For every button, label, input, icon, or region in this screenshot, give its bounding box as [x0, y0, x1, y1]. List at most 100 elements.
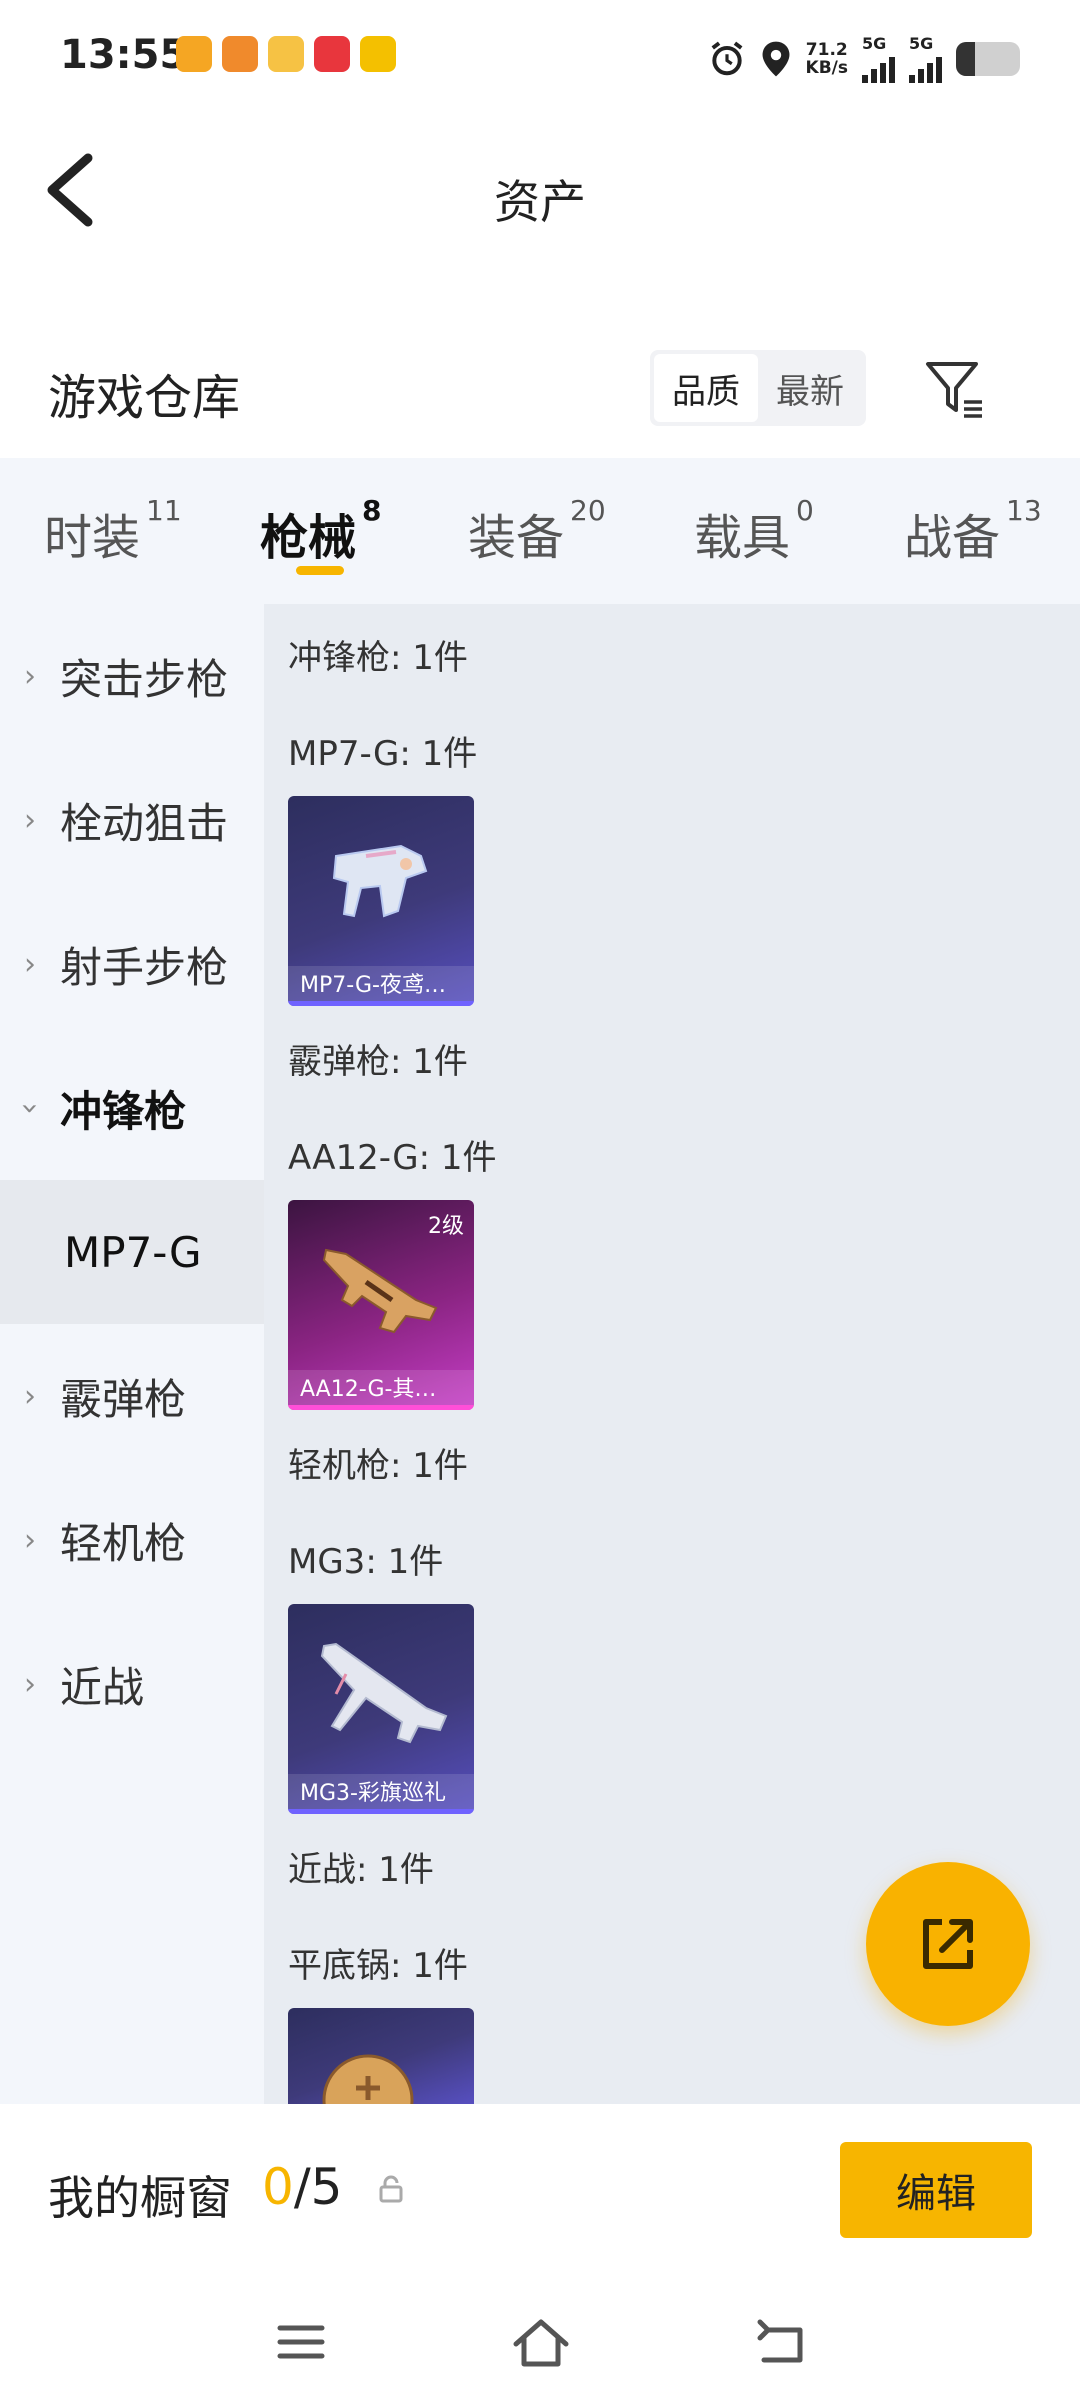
- category-tabs: 时装 11 枪械 8 装备 20 载具 0 战备 13: [0, 458, 1080, 604]
- weapon-type-sidebar: › 突击步枪 › 栓动狙击 › 射手步枪 › 冲锋枪 MP7-G › 霰弹枪 › 轻机枪 ›…: [0, 604, 264, 2104]
- weapon-card-name: MP7-G-夜鸢…: [288, 966, 474, 1006]
- chevron-right-icon: ›: [24, 658, 36, 694]
- battery-level: [956, 41, 976, 76]
- weapon-card-name: MG3-彩旗巡礼: [288, 1774, 474, 1814]
- network-type: 5G: [862, 34, 887, 53]
- sidebar-item-bolt-sniper[interactable]: › 栓动狙击: [0, 748, 264, 892]
- app-notification-icon: [314, 36, 350, 72]
- sort-quality-option[interactable]: 品质: [654, 354, 758, 422]
- sidebar-item-label: 栓动狙击: [60, 798, 229, 848]
- showcase-total: /5: [293, 2158, 343, 2216]
- tab-label: 时装: [44, 510, 141, 566]
- tab-supplies[interactable]: 战备 13: [904, 494, 1042, 568]
- tab-vehicles[interactable]: 载具 0: [694, 494, 814, 568]
- category-count-label: 轻机枪: 1件: [288, 1446, 468, 1486]
- category-count-label: 近战: 1件: [288, 1850, 434, 1890]
- network-speed: 71.2 KB/s: [806, 41, 848, 77]
- sidebar-item-label: 近战: [60, 1662, 145, 1712]
- showcase-panel: 我的橱窗 0/5 编辑: [0, 2104, 1080, 2294]
- tab-label: 载具: [694, 510, 791, 566]
- category-count-label: 冲锋枪: 1件: [288, 638, 468, 678]
- sidebar-item-label: 霰弹枪: [60, 1374, 187, 1424]
- alarm-icon: [711, 41, 742, 75]
- weapon-count-label: MP7-G: 1件: [288, 734, 478, 774]
- showcase-current: 0: [262, 2158, 294, 2216]
- chevron-right-icon: ›: [24, 1666, 36, 1702]
- sort-toggle: 品质 最新: [650, 350, 866, 426]
- showcase-count: 0/5: [262, 2158, 342, 2216]
- shotgun-skin-icon: [322, 1248, 438, 1334]
- filter-icon: [926, 362, 982, 418]
- weapon-count-label: MG3: 1件: [288, 1542, 444, 1582]
- active-tab-indicator: [296, 566, 344, 575]
- weapon-count-label: 平底锅: 1件: [288, 1946, 468, 1986]
- sidebar-item-assault-rifle[interactable]: › 突击步枪: [0, 604, 264, 748]
- app-notification-icon: [360, 36, 396, 72]
- sidebar-item-marksman-rifle[interactable]: › 射手步枪: [0, 892, 264, 1036]
- chevron-right-icon: ›: [24, 802, 36, 838]
- tab-count: 11: [146, 494, 182, 527]
- app-notification-icon: [268, 36, 304, 72]
- tab-count: 0: [796, 494, 814, 527]
- tab-fashion[interactable]: 时装 11: [44, 494, 182, 568]
- sidebar-item-smg[interactable]: › 冲锋枪: [0, 1036, 264, 1180]
- tab-label: 战备: [904, 510, 1001, 566]
- sidebar-item-label: 冲锋枪: [60, 1086, 187, 1136]
- chevron-right-icon: ›: [24, 1378, 36, 1414]
- system-navbar: [0, 2294, 1080, 2400]
- home-icon[interactable]: [506, 2312, 576, 2372]
- status-right: 71.2 KB/s 5G 5G: [708, 34, 1020, 83]
- share-button[interactable]: [866, 1862, 1030, 2026]
- signal-bars-icon: [909, 53, 942, 83]
- lock-icon: [379, 2175, 403, 2203]
- sidebar-item-label: 射手步枪: [60, 942, 229, 992]
- app-notification-icon: [222, 36, 258, 72]
- chevron-right-icon: ›: [24, 946, 36, 982]
- location-icon: [762, 41, 789, 76]
- chevron-right-icon: ›: [24, 1522, 36, 1558]
- edit-button[interactable]: 编辑: [840, 2142, 1032, 2238]
- smg-skin-icon: [332, 844, 428, 918]
- sidebar-item-shotgun[interactable]: › 霰弹枪: [0, 1324, 264, 1468]
- signal-2: 5G: [909, 34, 942, 83]
- page-title: 资产: [494, 175, 586, 229]
- machine-gun-skin-icon: [320, 1642, 448, 1744]
- battery-icon: [956, 41, 1020, 76]
- status-time: 13:55: [60, 32, 188, 78]
- back-icon[interactable]: [746, 2312, 816, 2372]
- sidebar-item-lmg[interactable]: › 轻机枪: [0, 1468, 264, 1612]
- weapon-card-aa12g[interactable]: 2级 AA12-G-其…: [288, 1200, 474, 1410]
- status-bar: 13:55 71.2 KB/s 5G 5G: [0, 0, 1080, 110]
- tab-equipment[interactable]: 装备 20: [468, 494, 606, 568]
- share-icon: [923, 1919, 973, 1969]
- speed-unit: KB/s: [805, 57, 848, 78]
- app-notification-icon: [176, 36, 212, 72]
- sidebar-item-label: 轻机枪: [60, 1518, 187, 1568]
- showcase-label: 我的橱窗: [48, 2171, 232, 2225]
- network-type: 5G: [909, 34, 934, 53]
- signal-1: 5G: [862, 34, 895, 83]
- weapon-card-mp7g[interactable]: MP7-G-夜鸢…: [288, 796, 474, 1006]
- weapon-card-frying-pan[interactable]: [288, 2008, 474, 2104]
- tab-label: 枪械: [260, 510, 357, 566]
- sidebar-item-label: MP7-G: [64, 1227, 202, 1277]
- sort-newest-option[interactable]: 最新: [758, 354, 862, 422]
- weapon-card-name: AA12-G-其…: [288, 1370, 474, 1410]
- status-app-icons: [176, 36, 396, 72]
- tab-firearms[interactable]: 枪械 8: [260, 494, 382, 568]
- weapon-count-label: AA12-G: 1件: [288, 1138, 497, 1178]
- tab-count: 8: [362, 494, 382, 527]
- frying-pan-skin-icon: [322, 2054, 414, 2104]
- sidebar-subitem-mp7g[interactable]: MP7-G: [0, 1180, 264, 1324]
- sidebar-item-melee[interactable]: › 近战: [0, 1612, 264, 1756]
- filter-button[interactable]: [920, 354, 990, 424]
- weapon-card-mg3[interactable]: MG3-彩旗巡礼: [288, 1604, 474, 1814]
- tab-count: 20: [570, 494, 606, 527]
- tab-count: 13: [1006, 494, 1042, 527]
- signal-bars-icon: [862, 53, 895, 83]
- warehouse-header: 游戏仓库 品质 最新: [0, 330, 1080, 450]
- menu-icon[interactable]: [266, 2312, 336, 2372]
- speed-value: 71.2: [805, 39, 848, 60]
- warehouse-title: 游戏仓库: [48, 370, 241, 426]
- category-count-label: 霰弹枪: 1件: [288, 1042, 468, 1082]
